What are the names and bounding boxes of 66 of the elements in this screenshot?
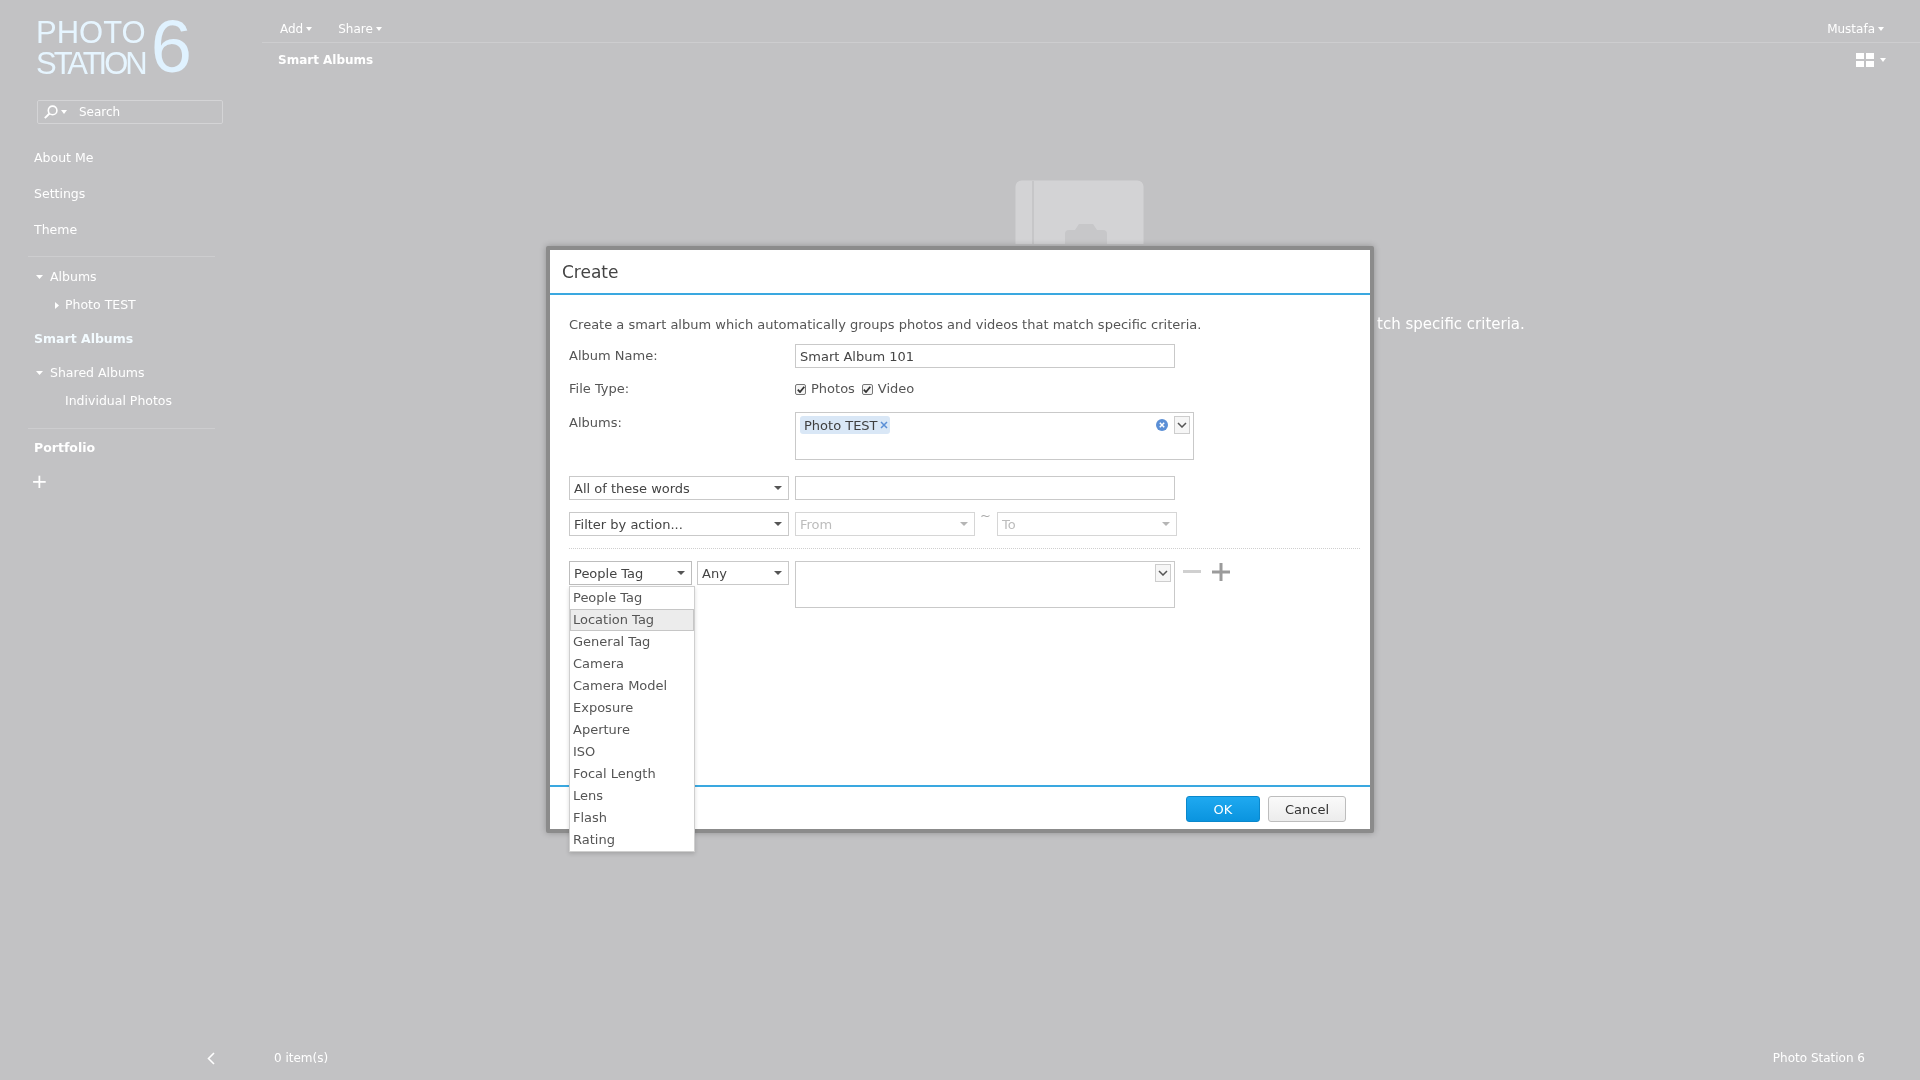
select-dropdown[interactable]: Any [697, 561, 789, 585]
caret-down-icon [774, 522, 782, 526]
album-chip[interactable]: Photo TEST [800, 416, 890, 434]
cancel-button[interactable]: Cancel [1268, 796, 1346, 822]
minus-icon[interactable] [1183, 570, 1201, 573]
checkbox[interactable] [795, 383, 806, 395]
grid-icon [1856, 53, 1874, 67]
checkbox-label[interactable]: Photos [811, 381, 855, 397]
album-name-input[interactable]: Smart Album 101 [795, 344, 1175, 368]
caret-down-icon [774, 486, 782, 490]
search-icon [44, 105, 58, 119]
dropdown-button[interactable] [1155, 564, 1171, 582]
dropdown-button[interactable] [1174, 416, 1190, 434]
caret-down-icon [960, 522, 968, 526]
tag-value-field[interactable] [795, 561, 1175, 608]
item-count: 0 item(s) [274, 1051, 329, 1065]
caret-down-icon [306, 26, 313, 31]
caret-down-icon [1161, 522, 1170, 526]
page-title: Smart Albums [278, 53, 374, 67]
dropdown-option[interactable]: Exposure [570, 697, 694, 719]
dropdown-option[interactable]: Lens [570, 785, 694, 807]
dropdown-option[interactable]: Rating [570, 829, 694, 851]
select-dropdown[interactable]: All of these words [569, 476, 789, 500]
dropdown-option[interactable]: Camera Model [570, 675, 694, 697]
dropdown-option[interactable]: General Tag [570, 631, 694, 653]
select-dropdown[interactable]: People Tag [569, 561, 692, 585]
dialog-title: Create [562, 261, 619, 282]
close-icon[interactable] [879, 421, 888, 429]
empty-state-text: tch specific criteria. [1377, 315, 1525, 333]
checkbox[interactable] [861, 383, 873, 395]
app-name-label: Photo Station 6 [1772, 1051, 1865, 1065]
keyword-input[interactable] [795, 476, 1175, 500]
checkmark-icon [863, 385, 872, 393]
dropdown-option[interactable]: Location Tag [570, 609, 694, 631]
caret-down-icon [375, 26, 382, 31]
chevron-left-icon[interactable] [207, 1051, 215, 1065]
caret-right-icon[interactable] [55, 301, 59, 309]
checkbox-label[interactable]: Video [877, 381, 915, 397]
caret-down-icon [677, 571, 685, 575]
dropdown-option[interactable]: People Tag [570, 587, 694, 609]
dropdown-option[interactable]: Aperture [570, 719, 694, 741]
search-field[interactable]: Search [37, 100, 223, 124]
caret-down-icon[interactable] [36, 371, 43, 375]
albums-field[interactable]: Photo TEST [795, 412, 1194, 460]
select-dropdown[interactable]: Filter by action... [569, 512, 789, 536]
caret-down-icon[interactable] [36, 275, 43, 279]
dropdown-option[interactable]: ISO [570, 741, 694, 763]
dropdown-option[interactable]: Camera [570, 653, 694, 675]
range-separator: ~ [980, 508, 991, 524]
field-label: File Type: [569, 381, 631, 397]
view-toggle-button[interactable] [1856, 53, 1886, 67]
caret-down-icon[interactable] [61, 110, 67, 114]
caret-down-icon [1878, 26, 1884, 31]
clear-icon[interactable] [1156, 419, 1168, 431]
plus-icon[interactable] [1212, 563, 1230, 581]
field-label: Albums: [569, 414, 623, 431]
caret-down-icon [1880, 58, 1886, 62]
caret-down-icon [774, 571, 782, 575]
dropdown-option[interactable]: Flash [570, 807, 694, 829]
dropdown-option[interactable]: Focal Length [570, 763, 694, 785]
field-label: Album Name: [569, 348, 659, 364]
checkmark-icon [796, 385, 805, 393]
chevron-down-icon [1177, 422, 1187, 428]
image-placeholder-icon [1015, 180, 1144, 244]
chevron-down-icon [1158, 570, 1168, 576]
dialog-description: Create a smart album which automatically groups photos and videos that match specific criteria. [569, 317, 1203, 333]
